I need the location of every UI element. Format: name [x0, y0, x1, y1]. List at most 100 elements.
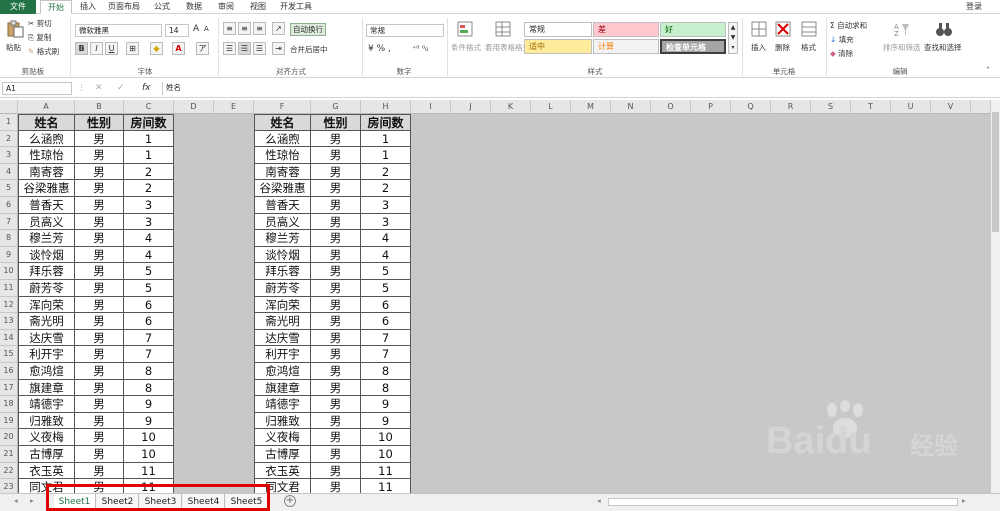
- table-cell[interactable]: 10: [124, 446, 174, 463]
- table-cell[interactable]: 么涵煦: [18, 130, 75, 148]
- table-cell[interactable]: 11: [361, 462, 411, 480]
- row-header[interactable]: 14: [0, 329, 18, 347]
- table-cell[interactable]: 谷梁雅惠: [18, 180, 75, 197]
- column-header[interactable]: G: [311, 100, 361, 114]
- row-header[interactable]: 8: [0, 230, 18, 247]
- collapse-ribbon-icon[interactable]: ˄: [986, 66, 990, 75]
- bold-button[interactable]: B: [75, 42, 88, 55]
- row-header[interactable]: 17: [0, 379, 18, 397]
- table-cell[interactable]: 6: [124, 296, 174, 314]
- table-cell[interactable]: 男: [75, 462, 124, 480]
- number-format-select[interactable]: 常规: [366, 24, 444, 37]
- table-cell[interactable]: 古博厚: [18, 446, 75, 463]
- paste-icon[interactable]: [6, 20, 24, 38]
- table-cell[interactable]: 男: [311, 163, 361, 181]
- insert-button[interactable]: 插入: [751, 42, 766, 53]
- format-button[interactable]: 格式: [801, 42, 816, 53]
- row-header[interactable]: 7: [0, 213, 18, 231]
- tab-view[interactable]: 视图: [244, 0, 272, 14]
- table-cell[interactable]: 4: [124, 230, 174, 247]
- header-cell[interactable]: 房间数: [124, 114, 174, 131]
- table-cell[interactable]: 旗建章: [18, 379, 75, 397]
- select-all-corner[interactable]: [0, 100, 18, 114]
- table-cell[interactable]: 普香天: [18, 197, 75, 214]
- prev-sheet-icon[interactable]: ◂: [14, 496, 18, 505]
- table-cell[interactable]: 愈鸿煊: [254, 363, 311, 380]
- table-cell[interactable]: 南寄蓉: [18, 163, 75, 181]
- table-cell[interactable]: 男: [75, 246, 124, 264]
- column-header[interactable]: L: [531, 100, 571, 114]
- column-header[interactable]: M: [571, 100, 611, 114]
- table-cell[interactable]: 10: [361, 446, 411, 463]
- table-cell[interactable]: 浑向荣: [254, 296, 311, 314]
- column-header[interactable]: R: [771, 100, 811, 114]
- table-cell[interactable]: 男: [311, 213, 361, 231]
- tab-page-layout[interactable]: 页面布局: [104, 0, 144, 14]
- column-header[interactable]: I: [411, 100, 451, 114]
- copy-button[interactable]: ⎘ 复制: [28, 32, 51, 43]
- table-cell[interactable]: 4: [124, 246, 174, 264]
- table-cell[interactable]: 10: [361, 429, 411, 446]
- add-sheet-button[interactable]: +: [284, 495, 296, 507]
- table-cell[interactable]: 1: [124, 147, 174, 164]
- style-bad[interactable]: 差: [593, 22, 659, 37]
- table-cell[interactable]: 男: [75, 280, 124, 297]
- table-cell[interactable]: 男: [311, 130, 361, 148]
- tab-insert[interactable]: 插入: [74, 0, 102, 14]
- underline-button[interactable]: U: [105, 42, 118, 55]
- table-cell[interactable]: 1: [124, 130, 174, 148]
- table-cell[interactable]: 1: [361, 130, 411, 148]
- table-cell[interactable]: 男: [311, 462, 361, 480]
- hscroll-left-icon[interactable]: ◂: [597, 496, 601, 505]
- paste-button[interactable]: 粘贴: [6, 42, 21, 53]
- wrap-text-button[interactable]: 自动换行: [290, 23, 326, 36]
- column-header[interactable]: D: [174, 100, 214, 114]
- table-cell[interactable]: 5: [361, 263, 411, 280]
- shrink-font-button[interactable]: A: [204, 25, 209, 33]
- table-cell[interactable]: 男: [75, 346, 124, 363]
- table-cell[interactable]: 5: [361, 280, 411, 297]
- autosum-button[interactable]: Σ 自动求和: [830, 20, 867, 31]
- phonetic-icon[interactable]: ア: [196, 42, 209, 55]
- table-cell[interactable]: 性琼怡: [18, 147, 75, 164]
- conditional-format-button[interactable]: 条件格式: [451, 42, 481, 53]
- table-cell[interactable]: 男: [311, 446, 361, 463]
- table-cell[interactable]: 员高义: [254, 213, 311, 231]
- table-cell[interactable]: 8: [124, 379, 174, 397]
- table-cell[interactable]: 3: [361, 213, 411, 231]
- indent-icon[interactable]: ⇥: [272, 42, 285, 55]
- column-header[interactable]: V: [931, 100, 971, 114]
- table-cell[interactable]: 6: [361, 296, 411, 314]
- column-header[interactable]: Q: [731, 100, 771, 114]
- enter-icon[interactable]: ✓: [117, 83, 125, 93]
- row-header[interactable]: 4: [0, 163, 18, 181]
- column-header[interactable]: C: [124, 100, 174, 114]
- font-name-select[interactable]: 微软雅黑: [75, 24, 162, 37]
- row-header[interactable]: 6: [0, 197, 18, 214]
- tab-review[interactable]: 审阅: [212, 0, 240, 14]
- table-cell[interactable]: 愈鸿煊: [18, 363, 75, 380]
- table-cell[interactable]: 男: [75, 147, 124, 164]
- table-cell[interactable]: 11: [361, 479, 411, 493]
- column-header[interactable]: O: [651, 100, 691, 114]
- align-bottom-icon[interactable]: ≡: [253, 22, 266, 35]
- table-cell[interactable]: 9: [361, 396, 411, 413]
- table-cell[interactable]: 10: [124, 429, 174, 446]
- font-color-icon[interactable]: A: [172, 42, 185, 55]
- table-cell[interactable]: 斋光明: [254, 313, 311, 330]
- row-header[interactable]: 5: [0, 180, 18, 197]
- table-cell[interactable]: 7: [124, 329, 174, 347]
- table-cell[interactable]: 男: [75, 197, 124, 214]
- table-cell[interactable]: 男: [311, 280, 361, 297]
- table-cell[interactable]: 4: [361, 230, 411, 247]
- insert-cells-icon[interactable]: [750, 20, 768, 38]
- table-cell[interactable]: 归雅致: [254, 412, 311, 430]
- table-cell[interactable]: 蔚芳苓: [18, 280, 75, 297]
- tab-developer[interactable]: 开发工具: [276, 0, 316, 14]
- table-cell[interactable]: 男: [75, 446, 124, 463]
- table-cell[interactable]: 11: [124, 462, 174, 480]
- row-header[interactable]: 20: [0, 429, 18, 446]
- style-normal[interactable]: 常规: [524, 22, 592, 37]
- table-cell[interactable]: 男: [75, 396, 124, 413]
- row-header[interactable]: 2: [0, 130, 18, 148]
